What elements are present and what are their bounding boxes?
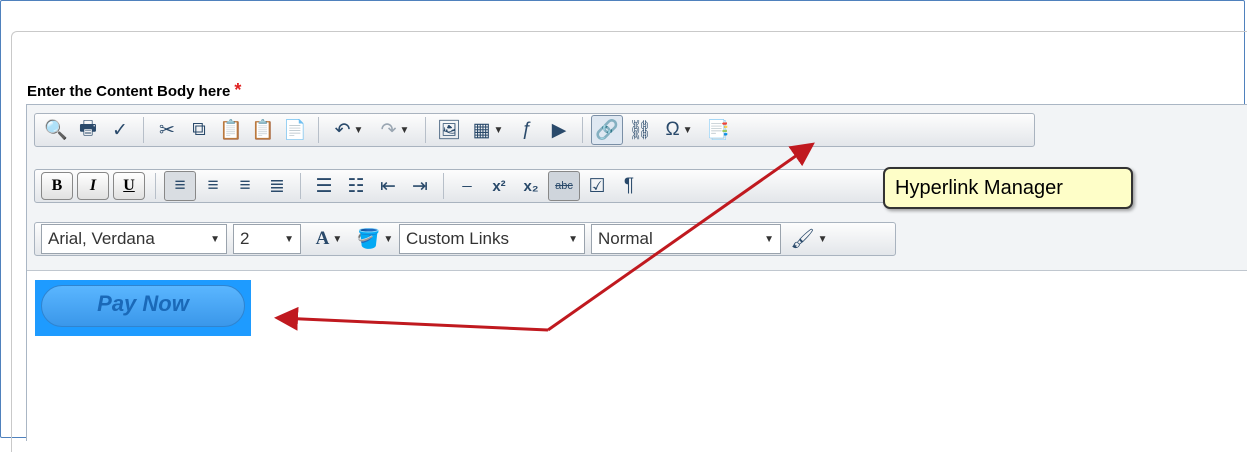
hyperlink-manager-tooltip: Hyperlink Manager <box>883 167 1133 209</box>
tooltip-text: Hyperlink Manager <box>895 176 1063 199</box>
annotation-arrows <box>274 142 815 332</box>
arrow-to-hyperlink-icon <box>547 142 815 332</box>
arrow-to-pay-now <box>274 306 549 332</box>
